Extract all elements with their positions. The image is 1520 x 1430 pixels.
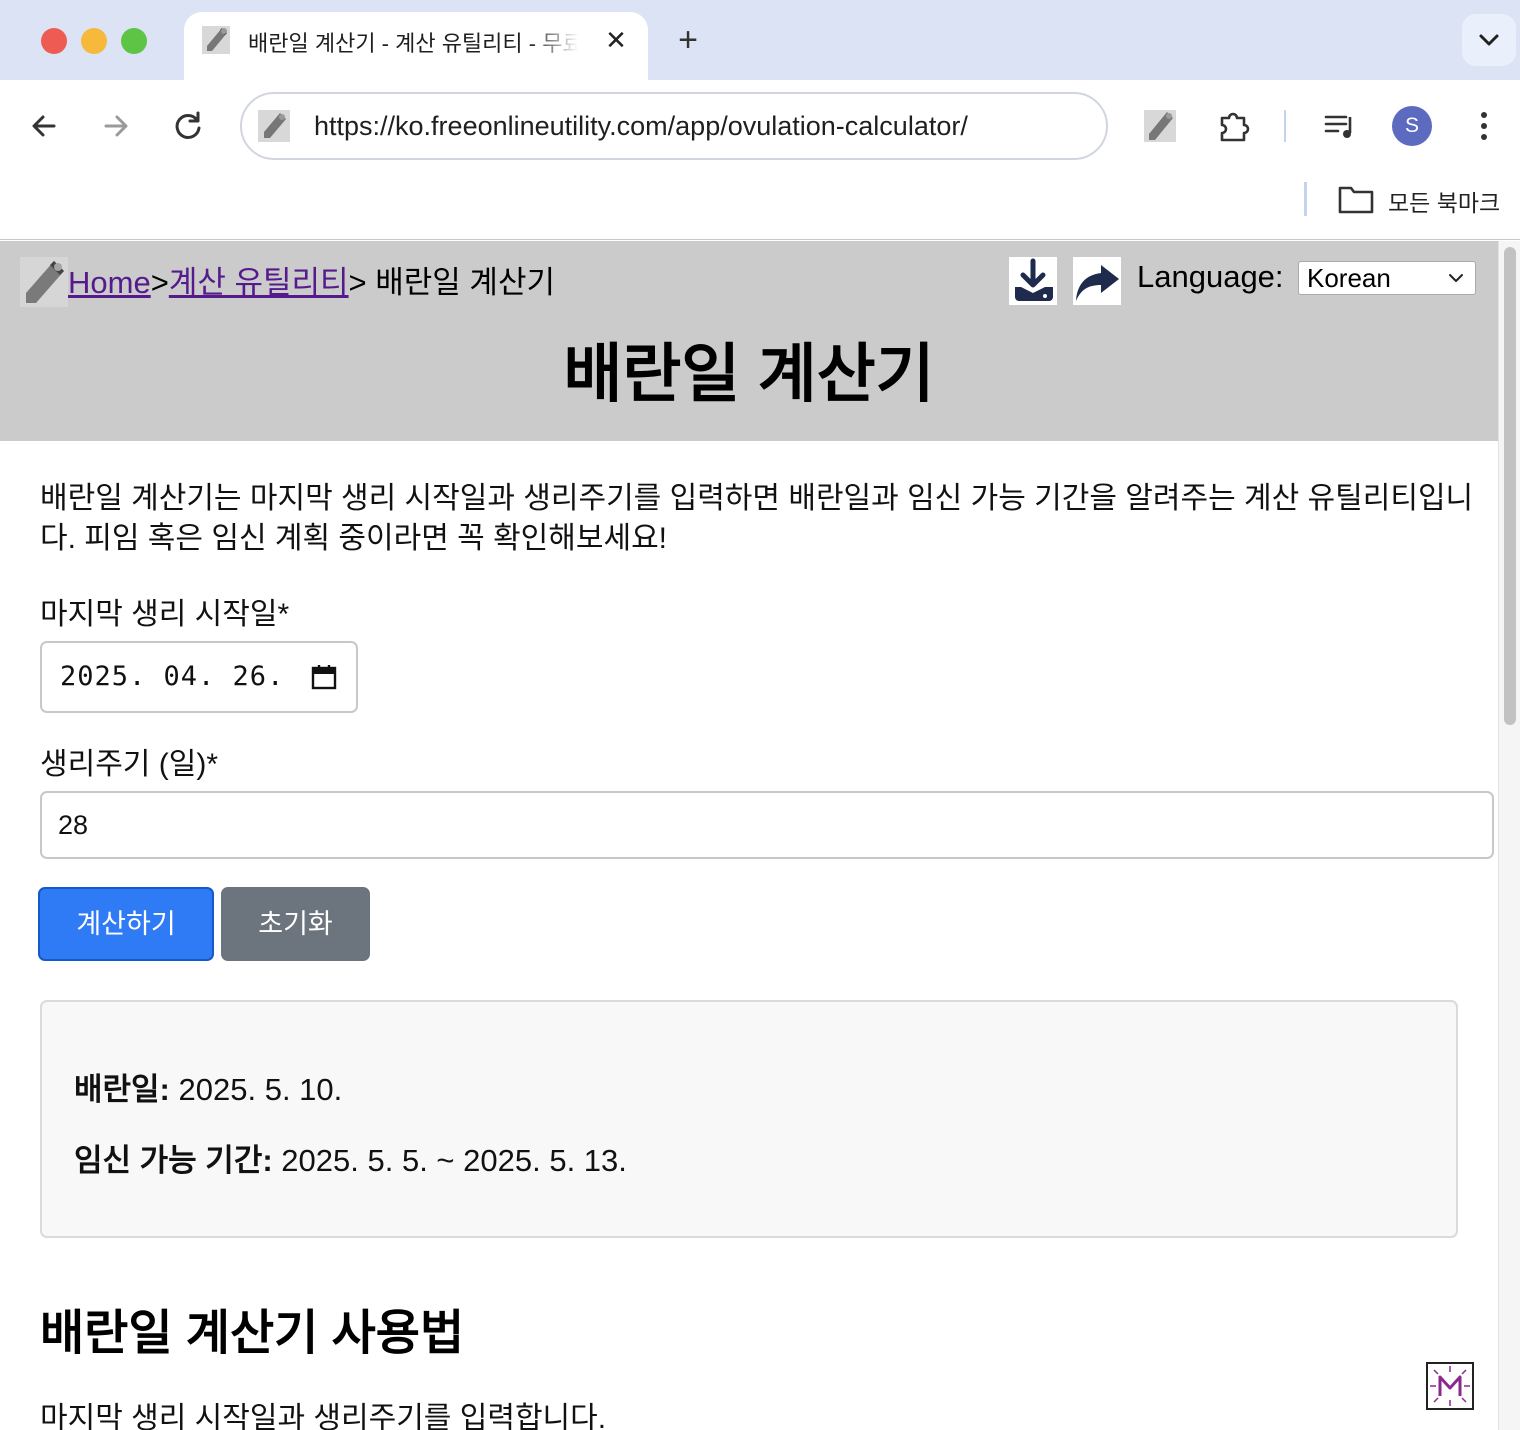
address-bar[interactable]: https://ko.freeonlineutility.com/app/ovu…	[240, 92, 1108, 160]
tab-search-button[interactable]	[1462, 14, 1516, 66]
calculate-button[interactable]: 계산하기	[38, 887, 214, 961]
breadcrumb-home-link[interactable]: Home	[68, 265, 151, 300]
share-arrow-icon	[1076, 265, 1119, 301]
download-button[interactable]	[1009, 257, 1057, 305]
fertile-window-label: 임신 가능 기간:	[74, 1143, 273, 1178]
chevron-down-icon	[1449, 274, 1463, 282]
close-window-button[interactable]	[41, 28, 67, 54]
folder-icon[interactable]	[1338, 184, 1374, 214]
breadcrumb: Home>계산 유틸리티> 배란일 계산기	[68, 257, 555, 302]
tab-strip: 배란일 계산기 - 계산 유틸리티 - 무료 온라인 유틸리티 ✕ +	[0, 0, 1520, 80]
m-logo-icon	[1430, 1366, 1470, 1406]
toolbar-divider	[1284, 110, 1286, 142]
more-menu-icon[interactable]	[1464, 106, 1504, 146]
cycle-days-input[interactable]: 28	[40, 791, 1494, 859]
minimize-window-button[interactable]	[81, 28, 107, 54]
back-arrow-icon[interactable]	[24, 106, 64, 146]
language-label: Language:	[1137, 259, 1284, 294]
last-period-date-input[interactable]: 2025. 04. 26.	[40, 641, 358, 713]
result-panel: 배란일: 2025. 5. 10. 임신 가능 기간: 2025. 5. 5. …	[40, 1000, 1458, 1238]
extension-wrench-icon[interactable]	[1140, 106, 1180, 146]
intro-text: 배란일 계산기는 마지막 생리 시작일과 생리주기를 입력하면 배란일과 임신 …	[40, 482, 1474, 555]
site-header: Home>계산 유틸리티> 배란일 계산기 Language: Korean 배…	[0, 241, 1498, 441]
site-logo-wrench-icon[interactable]	[20, 257, 68, 307]
active-tab[interactable]: 배란일 계산기 - 계산 유틸리티 - 무료 온라인 유틸리티 ✕	[184, 12, 648, 80]
media-controls-icon[interactable]	[1320, 106, 1360, 146]
page-title: 배란일 계산기	[563, 338, 935, 410]
page-scrollbar[interactable]	[1498, 241, 1520, 1430]
breadcrumb-category-link[interactable]: 계산 유틸리티	[169, 265, 349, 300]
maximize-window-button[interactable]	[121, 28, 147, 54]
forward-arrow-icon[interactable]	[96, 106, 136, 146]
fertile-window-result: 임신 가능 기간: 2025. 5. 5. ~ 2025. 5. 13.	[74, 1135, 627, 1180]
download-icon	[1015, 258, 1053, 301]
all-bookmarks-link[interactable]: 모든 북마크	[1388, 184, 1500, 218]
profile-avatar[interactable]: S	[1392, 106, 1432, 146]
wrench-icon	[202, 26, 230, 54]
floating-m-badge[interactable]	[1426, 1362, 1474, 1410]
extensions-puzzle-icon[interactable]	[1214, 106, 1254, 146]
close-tab-icon[interactable]: ✕	[602, 26, 630, 54]
howto-heading: 배란일 계산기 사용법	[40, 1307, 465, 1360]
url-text[interactable]: https://ko.freeonlineutility.com/app/ovu…	[314, 111, 968, 142]
ovulation-result-value: 2025. 5. 10.	[178, 1072, 343, 1107]
bookmarks-divider	[1304, 182, 1307, 216]
browser-toolbar: https://ko.freeonlineutility.com/app/ovu…	[0, 80, 1520, 240]
howto-step: 마지막 생리 시작일과 생리주기를 입력합니다.	[40, 1402, 607, 1430]
reset-button[interactable]: 초기화	[221, 887, 370, 961]
new-tab-button[interactable]: +	[670, 22, 706, 58]
breadcrumb-current: > 배란일 계산기	[348, 265, 555, 300]
calendar-icon[interactable]	[310, 663, 338, 691]
tab-title: 배란일 계산기 - 계산 유틸리티 - 무료 온라인 유틸리티	[248, 31, 578, 56]
language-select[interactable]: Korean	[1298, 261, 1476, 295]
fertile-window-value: 2025. 5. 5. ~ 2025. 5. 13.	[281, 1143, 627, 1178]
reload-icon[interactable]	[168, 106, 208, 146]
language-selected-value: Korean	[1307, 263, 1391, 293]
breadcrumb-separator: >	[150, 265, 169, 300]
share-button[interactable]	[1073, 257, 1121, 305]
site-favicon-icon[interactable]	[258, 110, 290, 142]
ovulation-result: 배란일: 2025. 5. 10.	[74, 1064, 342, 1109]
date-value[interactable]: 2025. 04. 26.	[60, 661, 284, 692]
scrollbar-thumb[interactable]	[1504, 247, 1516, 725]
chevron-down-icon	[1479, 34, 1499, 46]
last-period-label: 마지막 생리 시작일*	[40, 598, 290, 631]
ovulation-result-label: 배란일:	[74, 1072, 170, 1107]
page-viewport: Home>계산 유틸리티> 배란일 계산기 Language: Korean 배…	[0, 241, 1498, 1430]
cycle-label: 생리주기 (일)*	[40, 748, 218, 781]
